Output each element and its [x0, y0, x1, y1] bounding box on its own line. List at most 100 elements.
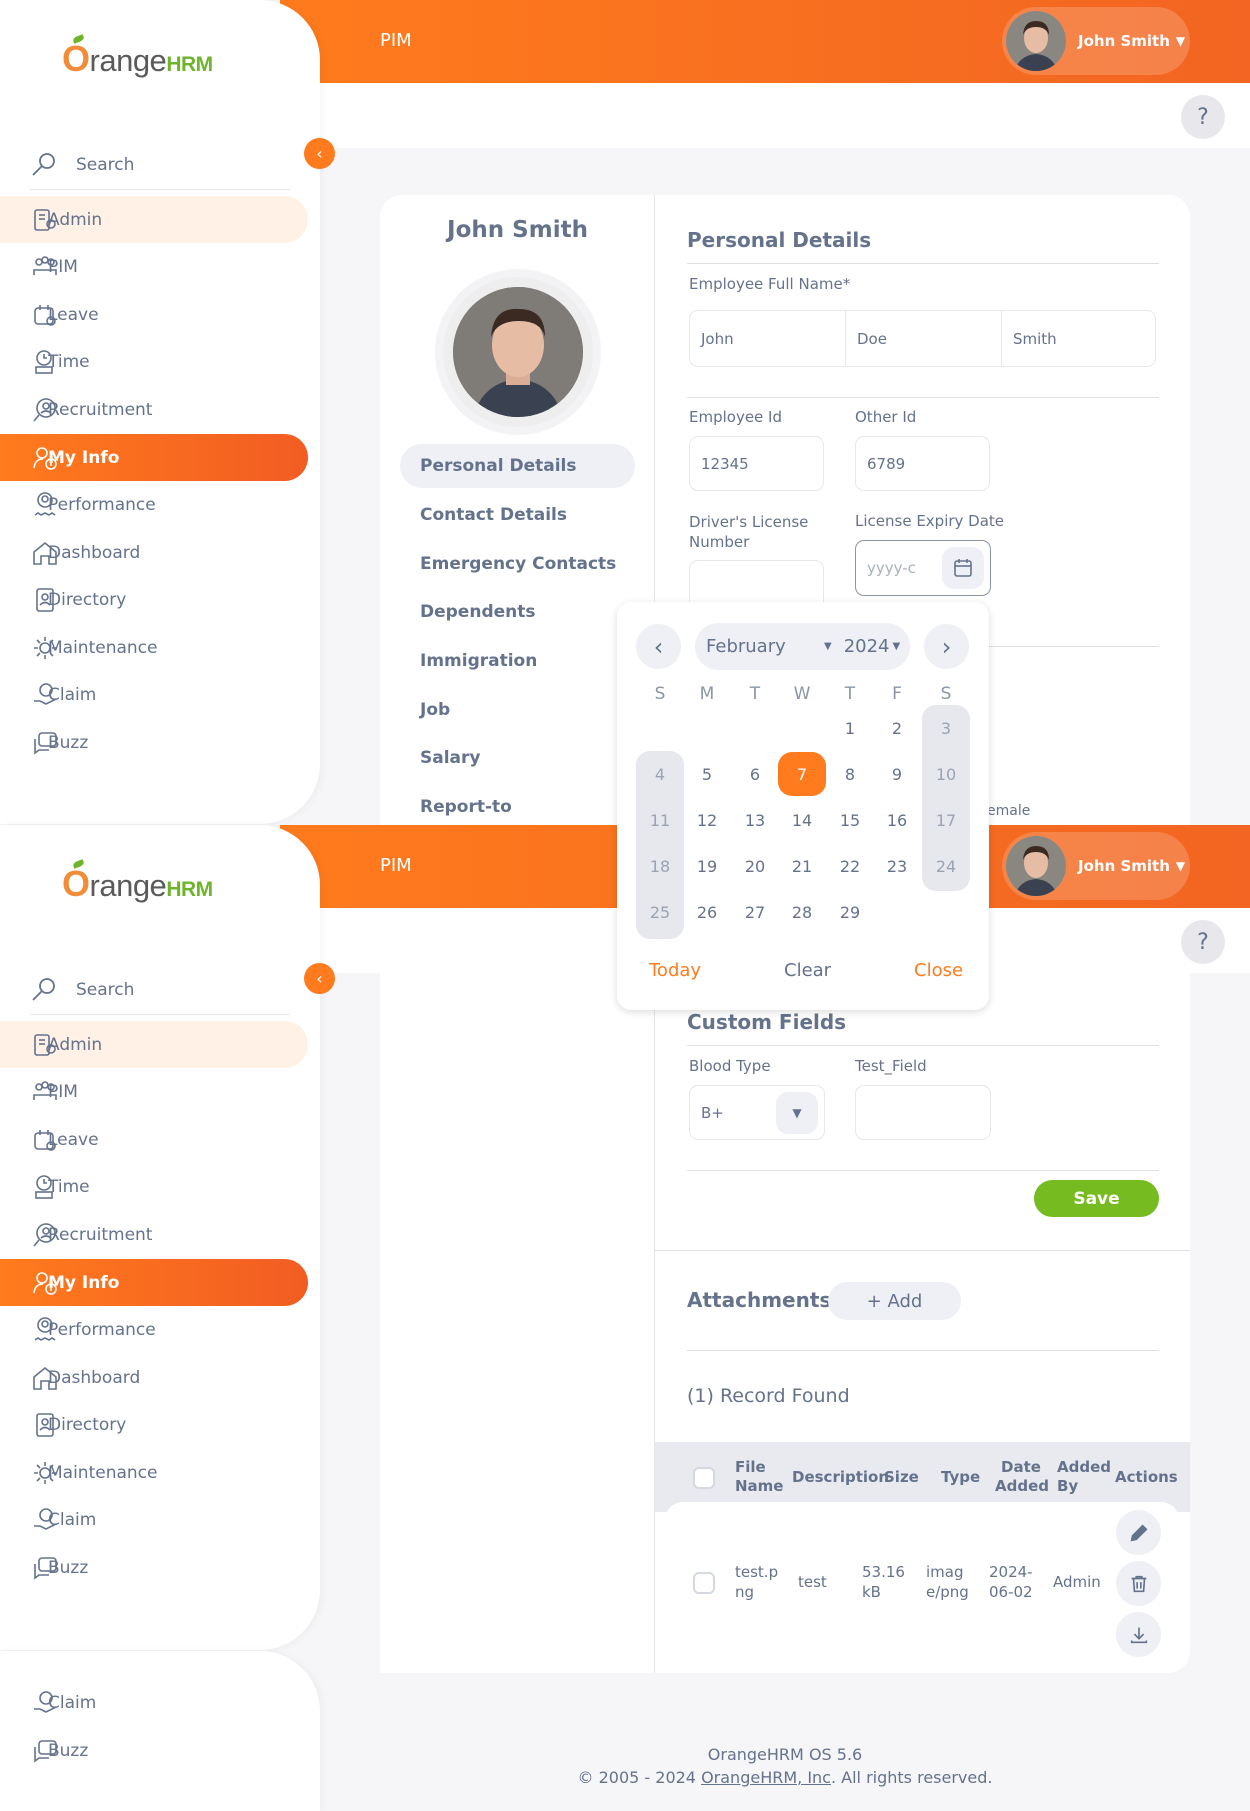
employee-photo[interactable]: [443, 277, 593, 427]
sidebar-item-admin[interactable]: Admin: [0, 196, 308, 243]
calendar-day[interactable]: 11: [636, 798, 684, 842]
calendar-icon[interactable]: [942, 547, 984, 589]
calendar-day[interactable]: 6: [731, 752, 779, 796]
calendar-day[interactable]: 19: [683, 844, 731, 888]
collapse-sidebar-button[interactable]: ‹: [304, 963, 335, 994]
calendar-day[interactable]: 20: [731, 844, 779, 888]
first-name-input[interactable]: John: [689, 310, 846, 367]
sidebar-item-directory[interactable]: Directory: [0, 576, 308, 623]
calendar-day[interactable]: 7: [778, 752, 826, 796]
sidebar-item-performance[interactable]: Performance: [0, 1306, 308, 1353]
sidebar-item-time[interactable]: Time: [0, 1163, 308, 1210]
chevron-down-icon[interactable]: ▼: [776, 1092, 818, 1134]
calendar-day[interactable]: 4: [636, 752, 684, 796]
last-name-input[interactable]: Smith: [1001, 310, 1156, 367]
calendar-day[interactable]: 18: [636, 844, 684, 888]
tab-emergency-contacts[interactable]: Emergency Contacts: [400, 542, 635, 586]
sidebar-item-performance[interactable]: Performance: [0, 481, 308, 528]
sidebar-item-claim[interactable]: Claim: [0, 671, 308, 718]
tab-salary[interactable]: Salary: [400, 736, 635, 780]
footer-company-link[interactable]: OrangeHRM, Inc: [701, 1768, 831, 1787]
clear-button[interactable]: Clear: [784, 960, 831, 981]
calendar-day[interactable]: 1: [826, 706, 874, 750]
help-button[interactable]: ?: [1181, 920, 1225, 964]
employee-id-input[interactable]: 12345: [689, 436, 824, 491]
row-checkbox[interactable]: [693, 1572, 715, 1594]
sidebar-item-buzz[interactable]: Buzz: [0, 1727, 308, 1774]
calendar-day[interactable]: 24: [922, 844, 970, 888]
calendar-day[interactable]: 23: [873, 844, 921, 888]
month-select[interactable]: February: [706, 636, 824, 657]
sidebar-item-buzz[interactable]: Buzz: [0, 719, 308, 766]
calendar-day[interactable]: 29: [826, 890, 874, 934]
calendar-day[interactable]: 9: [873, 752, 921, 796]
tab-job[interactable]: Job: [400, 688, 635, 732]
tab-immigration[interactable]: Immigration: [400, 639, 635, 683]
calendar-day[interactable]: 22: [826, 844, 874, 888]
calendar-day[interactable]: 26: [683, 890, 731, 934]
sidebar-item-recruitment[interactable]: Recruitment: [0, 1211, 308, 1258]
sidebar-item-dashboard[interactable]: Dashboard: [0, 529, 308, 576]
calendar-day[interactable]: 12: [683, 798, 731, 842]
close-button[interactable]: Close: [914, 960, 963, 981]
sidebar-item-claim[interactable]: Claim: [0, 1679, 308, 1726]
calendar-day[interactable]: 21: [778, 844, 826, 888]
calendar-day[interactable]: 14: [778, 798, 826, 842]
previous-month-button[interactable]: ‹: [636, 624, 681, 669]
sidebar-item-maintenance[interactable]: Maintenance: [0, 1449, 308, 1496]
tab-contact-details[interactable]: Contact Details: [400, 493, 635, 537]
sidebar-item-dashboard[interactable]: Dashboard: [0, 1354, 308, 1401]
column-date-added[interactable]: Date Added: [995, 1458, 1049, 1496]
tab-report-to[interactable]: Report-to: [400, 785, 635, 829]
calendar-day[interactable]: 25: [636, 890, 684, 934]
calendar-day[interactable]: 2: [873, 706, 921, 750]
year-select[interactable]: 2024: [844, 636, 890, 657]
today-button[interactable]: Today: [649, 960, 701, 981]
column-size[interactable]: Size: [884, 1468, 919, 1487]
help-button[interactable]: ?: [1181, 95, 1225, 139]
sidebar-item-directory[interactable]: Directory: [0, 1401, 308, 1448]
sidebar-item-my-info[interactable]: My Info: [0, 434, 308, 481]
calendar-day[interactable]: 5: [683, 752, 731, 796]
calendar-day[interactable]: 28: [778, 890, 826, 934]
trash-icon[interactable]: [1116, 1561, 1161, 1606]
calendar-day[interactable]: 13: [731, 798, 779, 842]
tab-personal-details[interactable]: Personal Details: [400, 444, 635, 488]
sidebar-item-leave[interactable]: Leave: [0, 291, 308, 338]
sidebar-item-pim[interactable]: PIM: [0, 243, 308, 290]
sidebar-search[interactable]: Search: [30, 140, 290, 190]
calendar-day[interactable]: 16: [873, 798, 921, 842]
test-field-input[interactable]: [855, 1085, 991, 1140]
sidebar-item-buzz[interactable]: Buzz: [0, 1544, 308, 1591]
sidebar-item-admin[interactable]: Admin: [0, 1021, 308, 1068]
license-expiry-input[interactable]: yyyy-c: [855, 540, 991, 596]
calendar-day[interactable]: 15: [826, 798, 874, 842]
column-type[interactable]: Type: [941, 1468, 980, 1487]
sidebar-item-claim[interactable]: Claim: [0, 1496, 308, 1543]
add-attachment-button[interactable]: + Add: [828, 1282, 961, 1320]
tab-dependents[interactable]: Dependents: [400, 590, 635, 634]
sidebar-item-pim[interactable]: PIM: [0, 1068, 308, 1115]
blood-type-select[interactable]: B+ ▼: [689, 1085, 825, 1140]
collapse-sidebar-button[interactable]: ‹: [304, 138, 335, 169]
user-dropdown[interactable]: John Smith ▼: [1002, 832, 1190, 900]
sidebar-item-time[interactable]: Time: [0, 338, 308, 385]
sidebar-item-recruitment[interactable]: Recruitment: [0, 386, 308, 433]
calendar-day[interactable]: 3: [922, 706, 970, 750]
sidebar-search[interactable]: Search: [30, 965, 290, 1015]
calendar-day[interactable]: 8: [826, 752, 874, 796]
column-description[interactable]: Description: [792, 1468, 889, 1487]
save-button[interactable]: Save: [1034, 1180, 1159, 1217]
sidebar-item-maintenance[interactable]: Maintenance: [0, 624, 308, 671]
other-id-input[interactable]: 6789: [855, 436, 990, 491]
calendar-day[interactable]: 17: [922, 798, 970, 842]
column-file-name[interactable]: File Name: [735, 1458, 785, 1496]
download-icon[interactable]: [1116, 1612, 1161, 1657]
calendar-day[interactable]: 10: [922, 752, 970, 796]
column-added-by[interactable]: Added By: [1057, 1458, 1111, 1496]
next-month-button[interactable]: ›: [924, 624, 969, 669]
user-dropdown[interactable]: John Smith ▼: [1002, 7, 1190, 75]
middle-name-input[interactable]: Doe: [845, 310, 1002, 367]
sidebar-item-my-info[interactable]: My Info: [0, 1259, 308, 1306]
edit-icon[interactable]: [1116, 1510, 1161, 1555]
